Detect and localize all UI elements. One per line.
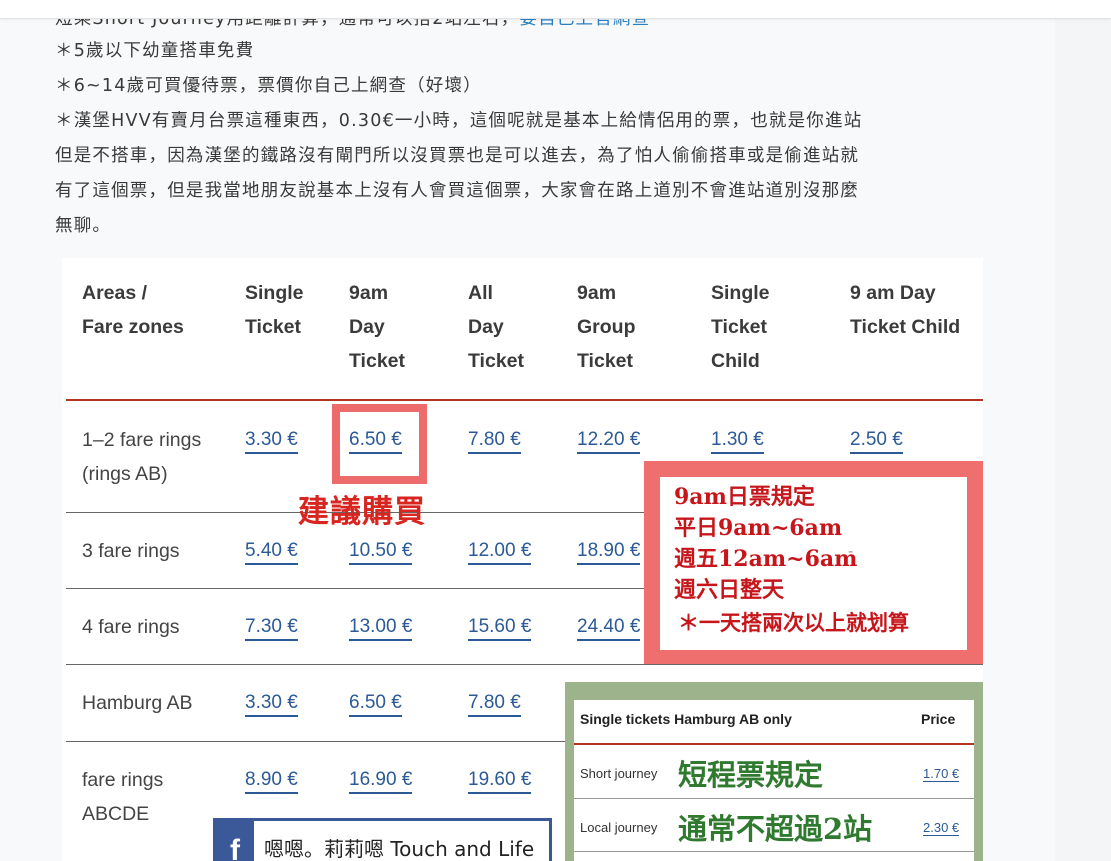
price-link[interactable]: 7.80 € [468, 428, 521, 454]
browser-top-bar [0, 0, 1111, 19]
row-label-abcde: fare rings ABCDE [82, 769, 164, 825]
header-divider [66, 399, 983, 401]
short-journey-label: Short journey [580, 766, 658, 781]
header-single-ticket: Single Ticket [245, 282, 304, 338]
price-link[interactable]: 7.30 € [245, 615, 298, 641]
price-link[interactable]: 18.90 € [577, 539, 641, 565]
price-link[interactable]: 6.50 € [349, 691, 402, 717]
facebook-icon: f [216, 821, 254, 861]
rule-line: 平日9am~6am [674, 515, 843, 541]
row-label-hamburg-ab: Hamburg AB [82, 692, 193, 714]
panel-row-divider [574, 798, 974, 799]
price-link[interactable]: 5.40 € [245, 539, 298, 565]
bullet-free-child: ＊5歲以下幼童搭車免費 [55, 41, 255, 61]
row-divider [66, 664, 983, 665]
price-link[interactable]: 13.00 € [349, 615, 413, 641]
header-9am-group-ticket: 9am Group Ticket [577, 282, 636, 372]
row-label-4-fare-rings: 4 fare rings [82, 616, 180, 638]
row-label-1-2-fare-rings: 1–2 fare rings (rings AB) [82, 429, 202, 485]
paragraph-line: 但是不搭車，因為漢堡的鐵路沒有閘門所以沒買票也是可以進去，為了怕人偷偷搭車或是偷… [55, 146, 860, 166]
single-tickets-inner: Single tickets Hamburg AB only Price Sho… [574, 700, 974, 861]
single-tickets-panel: Single tickets Hamburg AB only Price Sho… [565, 682, 983, 861]
watermark-text: 嗯嗯。莉莉嗯 Touch and Life [264, 837, 535, 861]
local-journey-note: 通常不超過2站 [678, 812, 873, 846]
price-link[interactable]: 8.90 € [245, 768, 298, 794]
rule-line: 週五12am~6am [674, 546, 858, 572]
price-link[interactable]: 1.70 € [923, 766, 960, 782]
bullet-discount: ＊6~14歲可買優待票，票價你自己上網查（好壞） [55, 76, 482, 96]
price-link[interactable]: 2.50 € [850, 428, 903, 454]
price-link[interactable]: 10.50 € [349, 539, 413, 565]
price-link[interactable]: 12.00 € [468, 539, 532, 565]
recommend-note: 建議購買 [298, 494, 426, 530]
price-link[interactable]: 3.30 € [245, 428, 298, 454]
price-link[interactable]: 19.60 € [468, 768, 532, 794]
stray-mark: - [848, 543, 854, 560]
header-9am-day-ticket-child: 9 am Day Ticket Child [850, 282, 961, 338]
price-header: Price [921, 711, 956, 727]
paragraph-line: ＊漢堡HVV有賣月台票這種東西，0.30€一小時，這個呢就是基本上給情侶用的票，… [55, 111, 863, 131]
right-sidebar [1055, 0, 1111, 861]
single-tickets-title: Single tickets Hamburg AB only [580, 711, 792, 727]
day-ticket-rules-panel: 9am日票規定 平日9am~6am 週五12am~6am 週六日整天 ＊一天搭兩… [644, 461, 983, 664]
panel-header-divider [574, 743, 974, 745]
day-ticket-rules-inner: 9am日票規定 平日9am~6am 週五12am~6am 週六日整天 ＊一天搭兩… [660, 477, 967, 650]
price-link[interactable]: 12.20 € [577, 428, 641, 454]
rule-line: ＊一天搭兩次以上就划算 [678, 610, 909, 635]
article-body: 短乘Short Journey用距離計算，通常可以搭2站左右，要自己上官網查 ＊… [0, 0, 1055, 861]
paragraph-line: 無聊。 [55, 216, 112, 236]
short-journey-note: 短程票規定 [678, 758, 824, 792]
price-link[interactable]: 7.80 € [468, 691, 521, 717]
header-fare-zones: Areas / Fare zones [82, 282, 184, 338]
price-link[interactable]: 16.90 € [349, 768, 413, 794]
price-link[interactable]: 3.30 € [245, 691, 298, 717]
panel-row-divider [574, 851, 974, 852]
fare-table-image: Areas / Fare zones Single Ticket 9am Day Tic… [62, 258, 983, 861]
rule-line: 9am日票規定 [674, 484, 815, 510]
price-link[interactable]: 1.30 € [711, 428, 764, 454]
local-journey-label: Local journey [580, 820, 658, 835]
price-link[interactable]: 24.40 € [577, 615, 641, 641]
header-9am-day-ticket: 9am Day Ticket [349, 282, 406, 372]
highlight-box [332, 404, 427, 484]
price-link[interactable]: 2.30 € [923, 820, 960, 836]
facebook-watermark: f 嗯嗯。莉莉嗯 Touch and Life [213, 818, 552, 861]
header-single-ticket-child: Single Ticket Child [711, 282, 770, 372]
rule-line: 週六日整天 [674, 577, 785, 603]
paragraph-line: 有了這個票，但是我當地朋友說基本上沒有人會買這個票，大家會在路上道別不會進站道別… [55, 181, 860, 201]
row-label-3-fare-rings: 3 fare rings [82, 540, 180, 562]
price-link[interactable]: 15.60 € [468, 615, 532, 641]
header-all-day-ticket: All Day Ticket [468, 282, 525, 372]
